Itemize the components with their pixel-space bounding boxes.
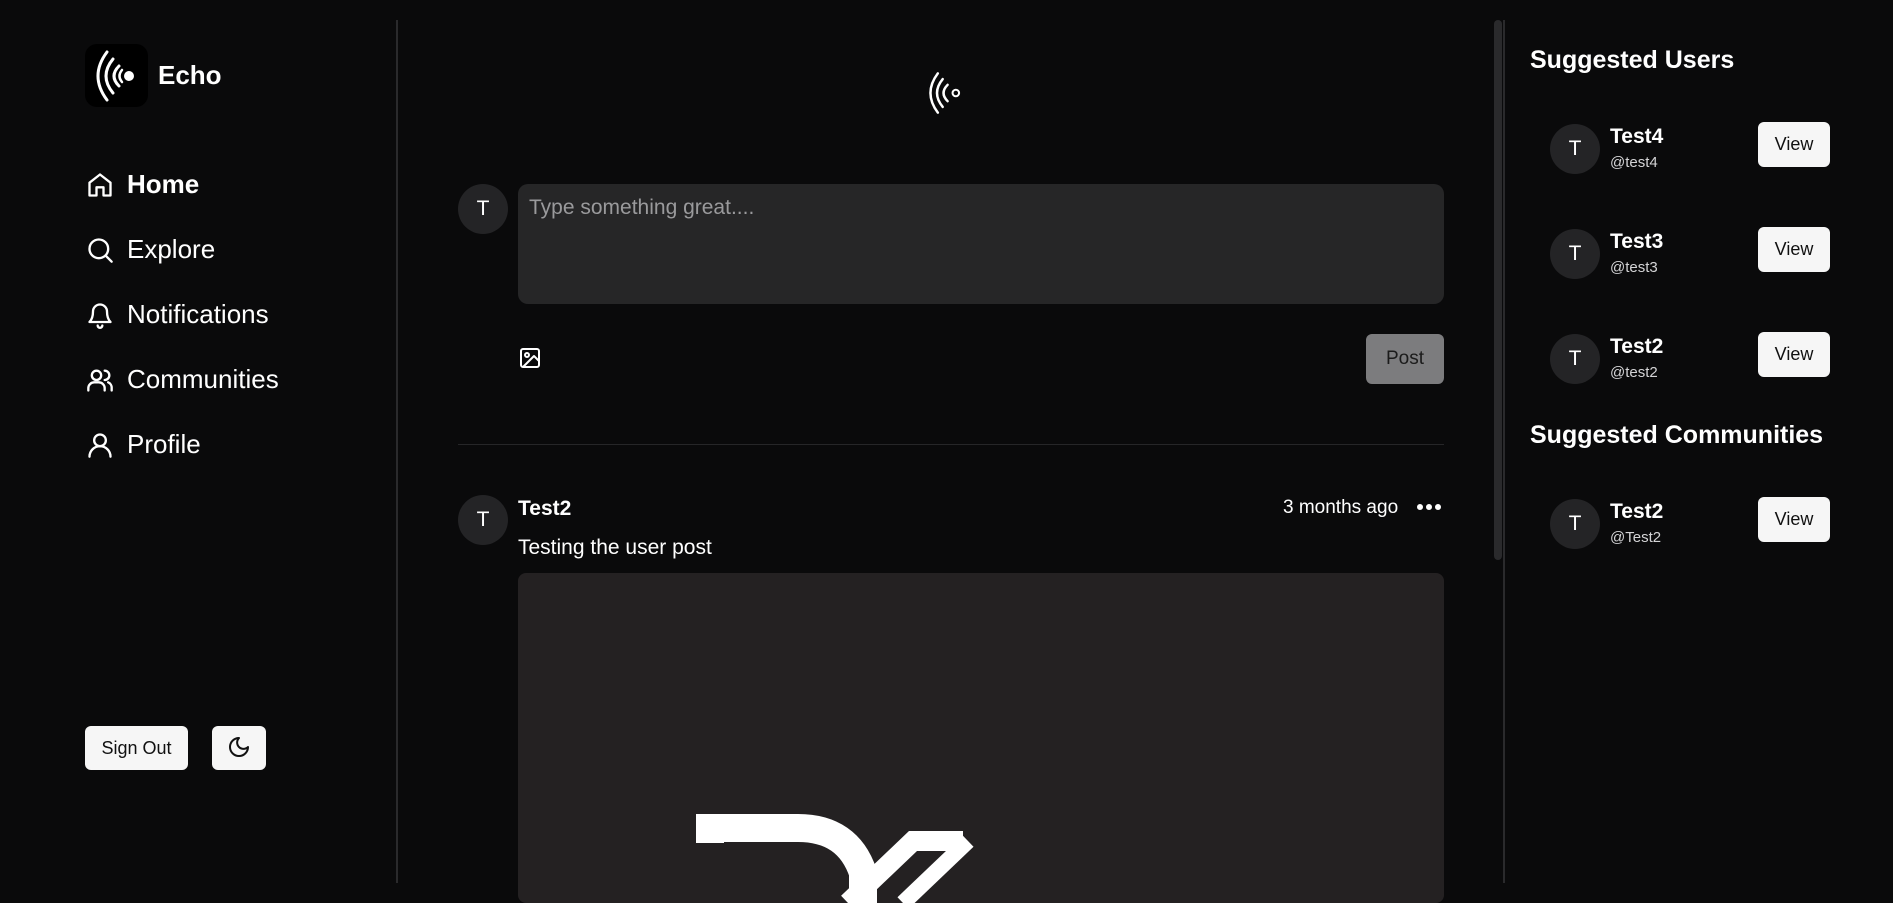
post-composer-input[interactable] xyxy=(518,184,1444,304)
main-nav: Home Explore Notifications Communities P… xyxy=(85,152,279,477)
avatar[interactable]: T xyxy=(1550,124,1600,174)
composer-avatar: T xyxy=(458,184,508,234)
feed-scrollbar[interactable] xyxy=(1494,20,1502,560)
brand[interactable]: Echo xyxy=(85,44,222,107)
suggested-communities-title: Suggested Communities xyxy=(1530,421,1824,449)
nav-label-communities: Communities xyxy=(127,364,279,394)
suggested-user-name: Test2 xyxy=(1610,335,1664,358)
post-image-graphic xyxy=(696,814,974,903)
post-author-avatar[interactable]: T xyxy=(458,495,508,545)
nav-item-notifications[interactable]: Notifications xyxy=(85,282,279,347)
avatar[interactable]: T xyxy=(1550,499,1600,549)
post-image[interactable] xyxy=(518,573,1444,903)
nav-item-home[interactable]: Home xyxy=(85,152,279,217)
feed-separator xyxy=(458,444,1444,445)
echo-logo-icon xyxy=(85,44,148,107)
nav-item-explore[interactable]: Explore xyxy=(85,217,279,282)
suggested-user-row: T Test2 @test2 View xyxy=(1550,332,1830,384)
search-icon xyxy=(85,235,115,265)
view-user-button[interactable]: View xyxy=(1758,122,1830,167)
sidebar-divider xyxy=(396,20,398,883)
view-user-button[interactable]: View xyxy=(1758,227,1830,272)
post-button[interactable]: Post xyxy=(1366,334,1444,384)
home-icon xyxy=(85,170,115,200)
image-icon[interactable] xyxy=(518,346,542,370)
post-author-name[interactable]: Test2 xyxy=(518,497,571,521)
feed-logo-icon xyxy=(928,70,964,121)
post-timestamp: 3 months ago xyxy=(1283,497,1399,518)
nav-item-communities[interactable]: Communities xyxy=(85,347,279,412)
suggested-user-row: T Test4 @test4 View xyxy=(1550,122,1830,174)
avatar[interactable]: T xyxy=(1550,229,1600,279)
user-icon xyxy=(85,430,115,460)
brand-name: Echo xyxy=(158,60,222,90)
suggested-user-handle: @test3 xyxy=(1610,259,1658,276)
suggested-community-name: Test2 xyxy=(1610,500,1664,523)
suggested-community-row: T Test2 @Test2 View xyxy=(1550,497,1830,549)
theme-toggle-button[interactable] xyxy=(212,726,266,770)
users-icon xyxy=(85,365,115,395)
suggested-user-name: Test4 xyxy=(1610,125,1664,148)
bell-icon xyxy=(85,300,115,330)
nav-label-notifications: Notifications xyxy=(127,299,269,329)
view-community-button[interactable]: View xyxy=(1758,497,1830,542)
left-sidebar: Echo Home Explore Notifications Communit… xyxy=(0,0,396,883)
suggested-community-handle: @Test2 xyxy=(1610,529,1662,546)
suggested-user-handle: @test4 xyxy=(1610,154,1658,171)
nav-item-profile[interactable]: Profile xyxy=(85,412,279,477)
suggested-user-row: T Test3 @test3 View xyxy=(1550,227,1830,279)
moon-icon xyxy=(227,735,251,762)
suggested-user-name: Test3 xyxy=(1610,230,1664,253)
view-user-button[interactable]: View xyxy=(1758,332,1830,377)
post-body-text: Testing the user post xyxy=(518,536,712,559)
suggested-users-title: Suggested Users xyxy=(1530,46,1735,74)
more-horizontal-icon[interactable] xyxy=(1416,497,1444,517)
nav-label-explore: Explore xyxy=(127,234,216,264)
nav-label-home: Home xyxy=(127,169,200,199)
suggested-user-handle: @test2 xyxy=(1610,364,1658,381)
right-sidebar-divider xyxy=(1503,20,1505,883)
nav-label-profile: Profile xyxy=(127,429,201,459)
avatar[interactable]: T xyxy=(1550,334,1600,384)
sign-out-button[interactable]: Sign Out xyxy=(85,726,188,770)
